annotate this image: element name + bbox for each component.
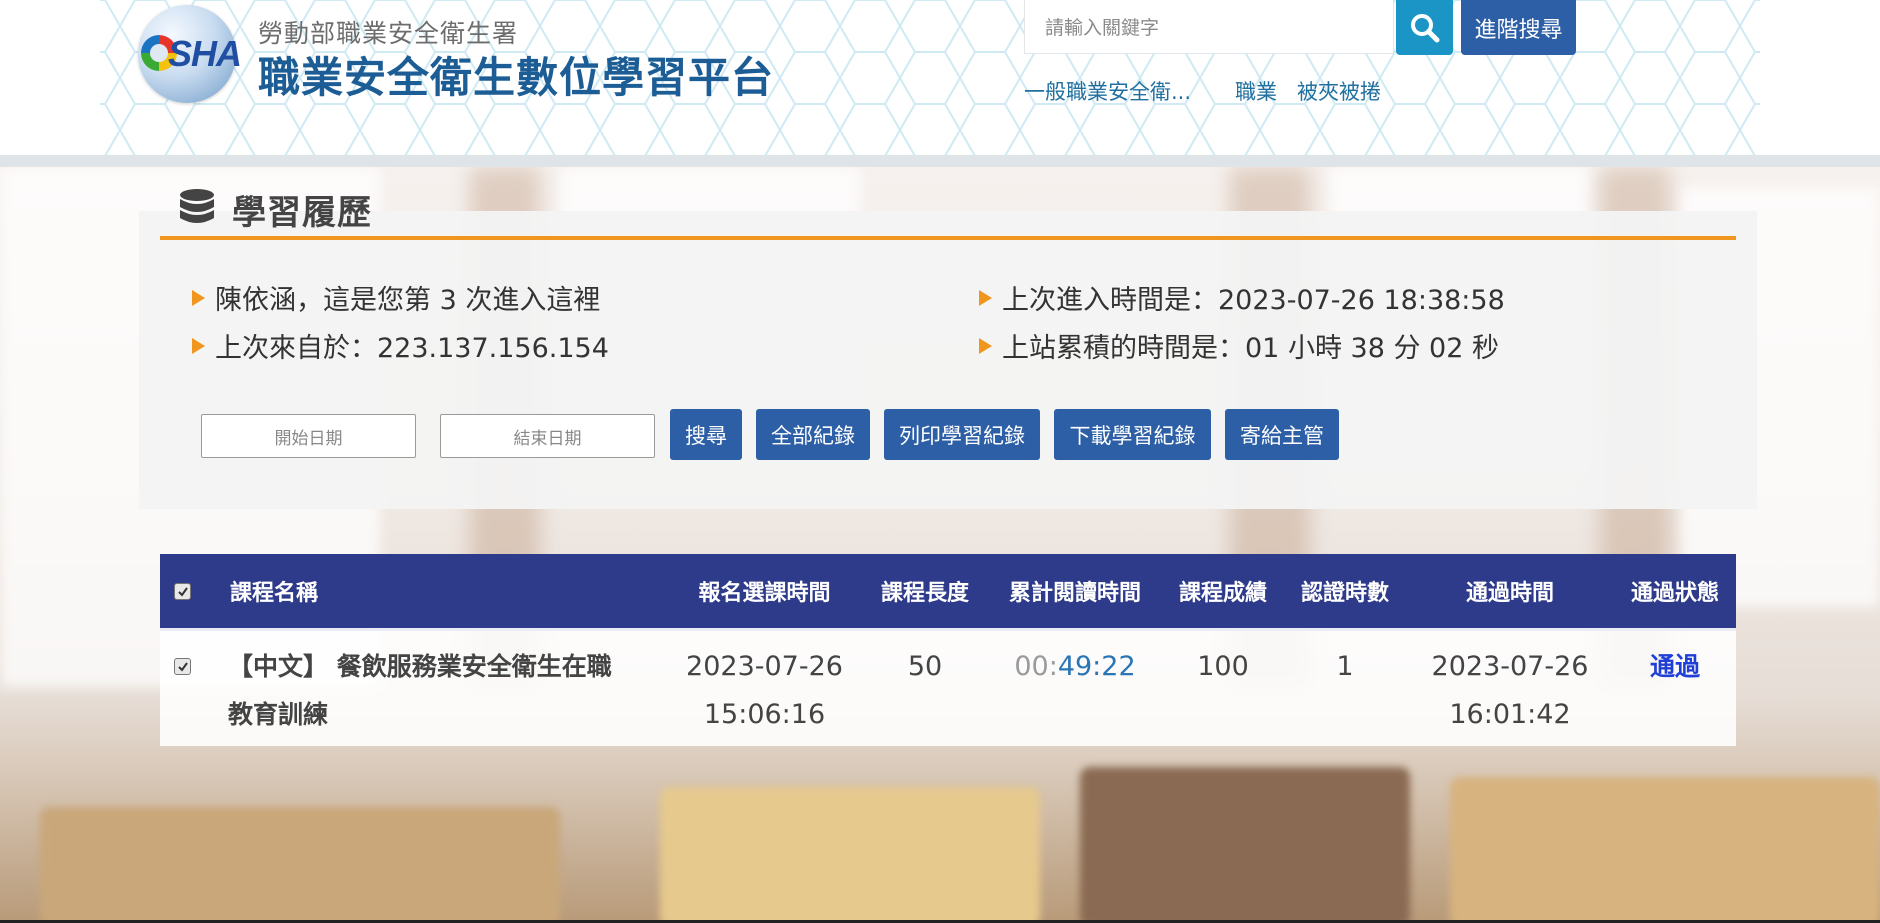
end-date-field[interactable]: 結束日期 xyxy=(440,414,655,458)
last-login-text: 上次進入時間是：2023-07-26 18:38:58 xyxy=(1002,285,1505,316)
site-header: SHA 勞動部職業安全衛生署 職業安全衛生數位學習平台 請輸入關鍵字 進階搜尋 … xyxy=(0,0,1880,155)
bullet-arrow-icon xyxy=(192,289,205,306)
search-icon xyxy=(1410,13,1439,42)
platform-title[interactable]: 職業安全衛生數位學習平台 xyxy=(258,44,774,105)
score-cell: 100 xyxy=(1197,651,1249,682)
row-checkbox[interactable] xyxy=(174,658,191,675)
hot-keyword-link[interactable]: 一般職業安全衛... xyxy=(1024,76,1191,106)
header-course-length[interactable]: 課程長度 xyxy=(870,554,980,628)
header-divider xyxy=(0,155,1880,167)
course-name-cell[interactable]: 【中文】 餐飲服務業安全衛生在職 教育訓練 xyxy=(228,643,668,739)
pass-date: 2023-07-26 xyxy=(1431,651,1589,682)
header-score[interactable]: 課程成績 xyxy=(1168,554,1278,628)
cert-hours-cell: 1 xyxy=(1336,651,1354,682)
print-records-button[interactable]: 列印學習紀錄 xyxy=(884,409,1040,460)
course-name-line: 【中文】 餐飲服務業安全衛生在職 xyxy=(228,652,612,681)
start-date-field[interactable]: 開始日期 xyxy=(201,414,416,458)
all-records-button[interactable]: 全部紀錄 xyxy=(756,409,870,460)
pass-time-cell: 2023-07-26 16:01:42 xyxy=(1430,643,1590,739)
bullet-arrow-icon xyxy=(192,337,205,354)
pass-clock: 16:01:42 xyxy=(1449,699,1571,730)
pass-status-cell: 通過 xyxy=(1649,652,1700,681)
search-records-button[interactable]: 搜尋 xyxy=(670,409,742,460)
enroll-clock: 15:06:16 xyxy=(703,699,826,730)
welcome-info: 陳依涵，這是您第 3 次進入這裡 xyxy=(192,278,600,317)
last-login-info: 上次進入時間是：2023-07-26 18:38:58 xyxy=(979,278,1505,317)
checkmark-icon xyxy=(177,661,188,672)
hot-keyword-link[interactable]: 被夾被捲 xyxy=(1297,76,1381,106)
reading-hours: 00: xyxy=(1014,651,1058,682)
reading-minsec: 49:22 xyxy=(1057,651,1136,682)
reading-time-cell: 00:49:22 xyxy=(1000,643,1150,691)
course-length-cell: 50 xyxy=(907,651,943,682)
bullet-arrow-icon xyxy=(979,289,992,306)
bullet-arrow-icon xyxy=(979,337,992,354)
header-enroll-time[interactable]: 報名選課時間 xyxy=(682,554,847,628)
header-cert-hours[interactable]: 認證時數 xyxy=(1290,554,1400,628)
course-name-line: 教育訓練 xyxy=(228,700,329,729)
search-input[interactable]: 請輸入關鍵字 xyxy=(1024,0,1394,54)
table-row: 【中文】 餐飲服務業安全衛生在職 教育訓練 2023-07-26 15:06:1… xyxy=(160,631,1736,746)
osha-logo[interactable]: SHA xyxy=(138,5,242,103)
checkmark-icon xyxy=(177,586,188,597)
total-time-text: 上站累積的時間是：01 小時 38 分 02 秒 xyxy=(1002,333,1499,364)
page-title: 學習履歷 xyxy=(232,192,372,233)
header-course-name[interactable]: 課程名稱 xyxy=(230,554,318,628)
enroll-date: 2023-07-26 xyxy=(686,651,843,682)
header-pass-status[interactable]: 通過狀態 xyxy=(1615,554,1735,628)
database-icon xyxy=(180,189,214,223)
hot-keyword-link[interactable]: 職業 xyxy=(1235,76,1277,106)
logo-text: SHA xyxy=(168,33,242,74)
send-to-supervisor-button[interactable]: 寄給主管 xyxy=(1225,409,1339,460)
select-all-checkbox[interactable] xyxy=(174,583,191,600)
total-time-info: 上站累積的時間是：01 小時 38 分 02 秒 xyxy=(979,326,1499,365)
last-ip-text: 上次來自於：223.137.156.154 xyxy=(215,333,609,364)
header-reading-time[interactable]: 累計閱讀時間 xyxy=(1000,554,1150,628)
welcome-text: 陳依涵，這是您第 3 次進入這裡 xyxy=(215,285,601,316)
enroll-time-cell: 2023-07-26 15:06:16 xyxy=(682,643,847,739)
last-ip-info: 上次來自於：223.137.156.154 xyxy=(192,326,609,365)
panel-header: 學習履歷 xyxy=(160,183,372,235)
header-pass-time[interactable]: 通過時間 xyxy=(1445,554,1575,628)
table-header: 課程名稱 報名選課時間 課程長度 累計閱讀時間 課程成績 認證時數 通過時間 通… xyxy=(160,554,1736,631)
advanced-search-button[interactable]: 進階搜尋 xyxy=(1461,0,1576,55)
download-records-button[interactable]: 下載學習紀錄 xyxy=(1054,409,1211,460)
search-button[interactable] xyxy=(1396,0,1453,55)
title-underline xyxy=(160,236,1736,240)
